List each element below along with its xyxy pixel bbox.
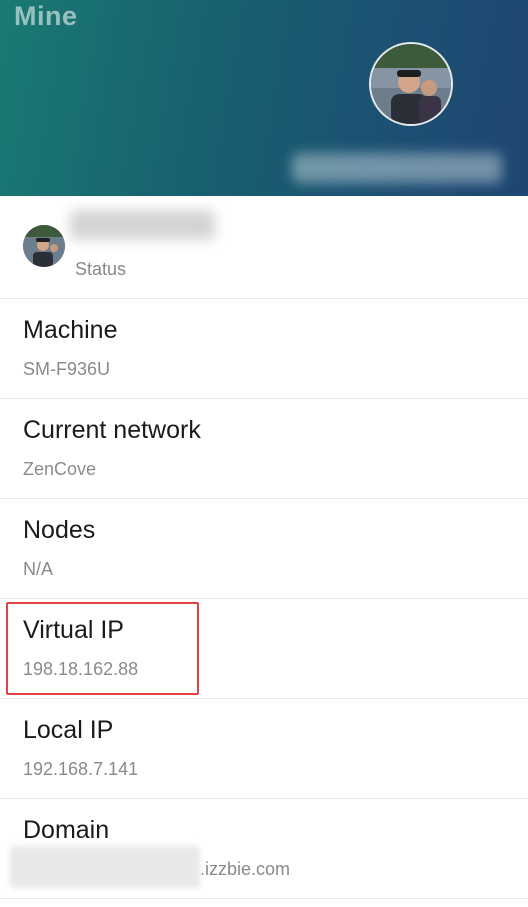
- status-label: Status: [75, 259, 127, 279]
- avatar-photo: [371, 44, 451, 124]
- domain-title: Domain: [23, 816, 110, 844]
- avatar: [23, 225, 65, 267]
- current-network-title: Current network: [23, 416, 201, 444]
- machine-title: Machine: [23, 316, 118, 344]
- name-redacted: [70, 210, 215, 240]
- nodes-title: Nodes: [23, 516, 96, 544]
- avatar-photo: [23, 225, 65, 267]
- machine-value: SM-F936U: [23, 359, 111, 379]
- nodes-row[interactable]: Nodes N/A: [0, 498, 528, 599]
- local-ip-row[interactable]: Local IP 192.168.7.141: [0, 698, 528, 799]
- machine-row[interactable]: Machine SM-F936U: [0, 298, 528, 399]
- profile-header: Mine: [0, 0, 528, 196]
- username-redacted: [292, 153, 502, 183]
- avatar[interactable]: [369, 42, 453, 126]
- local-ip-title: Local IP: [23, 716, 114, 744]
- profile-row[interactable]: Status: [0, 196, 528, 299]
- nodes-value: N/A: [23, 559, 54, 579]
- domain-redacted: [10, 846, 200, 888]
- current-network-value: ZenCove: [23, 459, 97, 479]
- local-ip-value: 192.168.7.141: [23, 759, 139, 779]
- domain-value: .izzbie.com: [200, 859, 291, 879]
- page-title: Mine: [14, 1, 78, 31]
- highlight-box: [6, 602, 199, 695]
- current-network-row[interactable]: Current network ZenCove: [0, 398, 528, 499]
